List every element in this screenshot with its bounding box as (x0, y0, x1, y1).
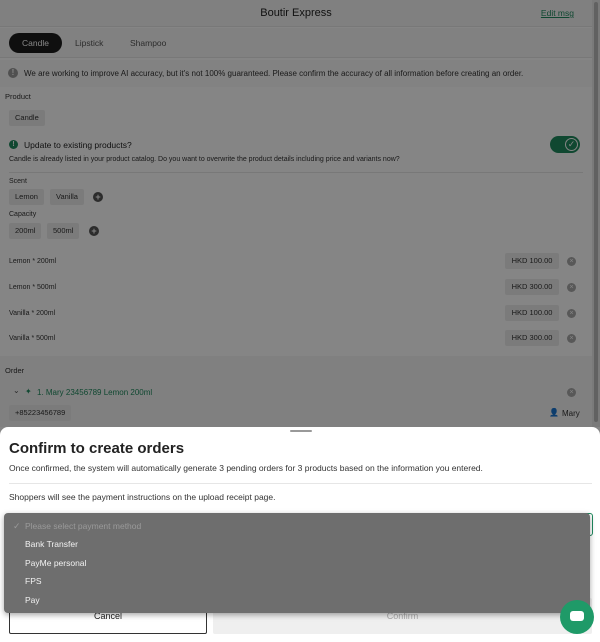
option-fps[interactable]: FPS (25, 576, 42, 586)
divider (9, 483, 592, 484)
sheet-title: Confirm to create orders (9, 440, 185, 457)
option-bank-transfer[interactable]: Bank Transfer (25, 539, 78, 549)
chat-button[interactable] (560, 600, 594, 634)
chat-icon (570, 611, 584, 621)
option-pay[interactable]: Pay (25, 595, 40, 605)
option-payme-personal[interactable]: PayMe personal (25, 558, 86, 568)
payment-method-dropdown: ✓ Please select payment method Bank Tran… (4, 513, 590, 613)
checkmark-icon: ✓ (13, 521, 21, 531)
sheet-description: Once confirmed, the system will automati… (9, 463, 483, 473)
drag-handle[interactable] (290, 430, 312, 432)
payment-note: Shoppers will see the payment instructio… (9, 492, 276, 502)
option-placeholder[interactable]: Please select payment method (25, 521, 141, 531)
